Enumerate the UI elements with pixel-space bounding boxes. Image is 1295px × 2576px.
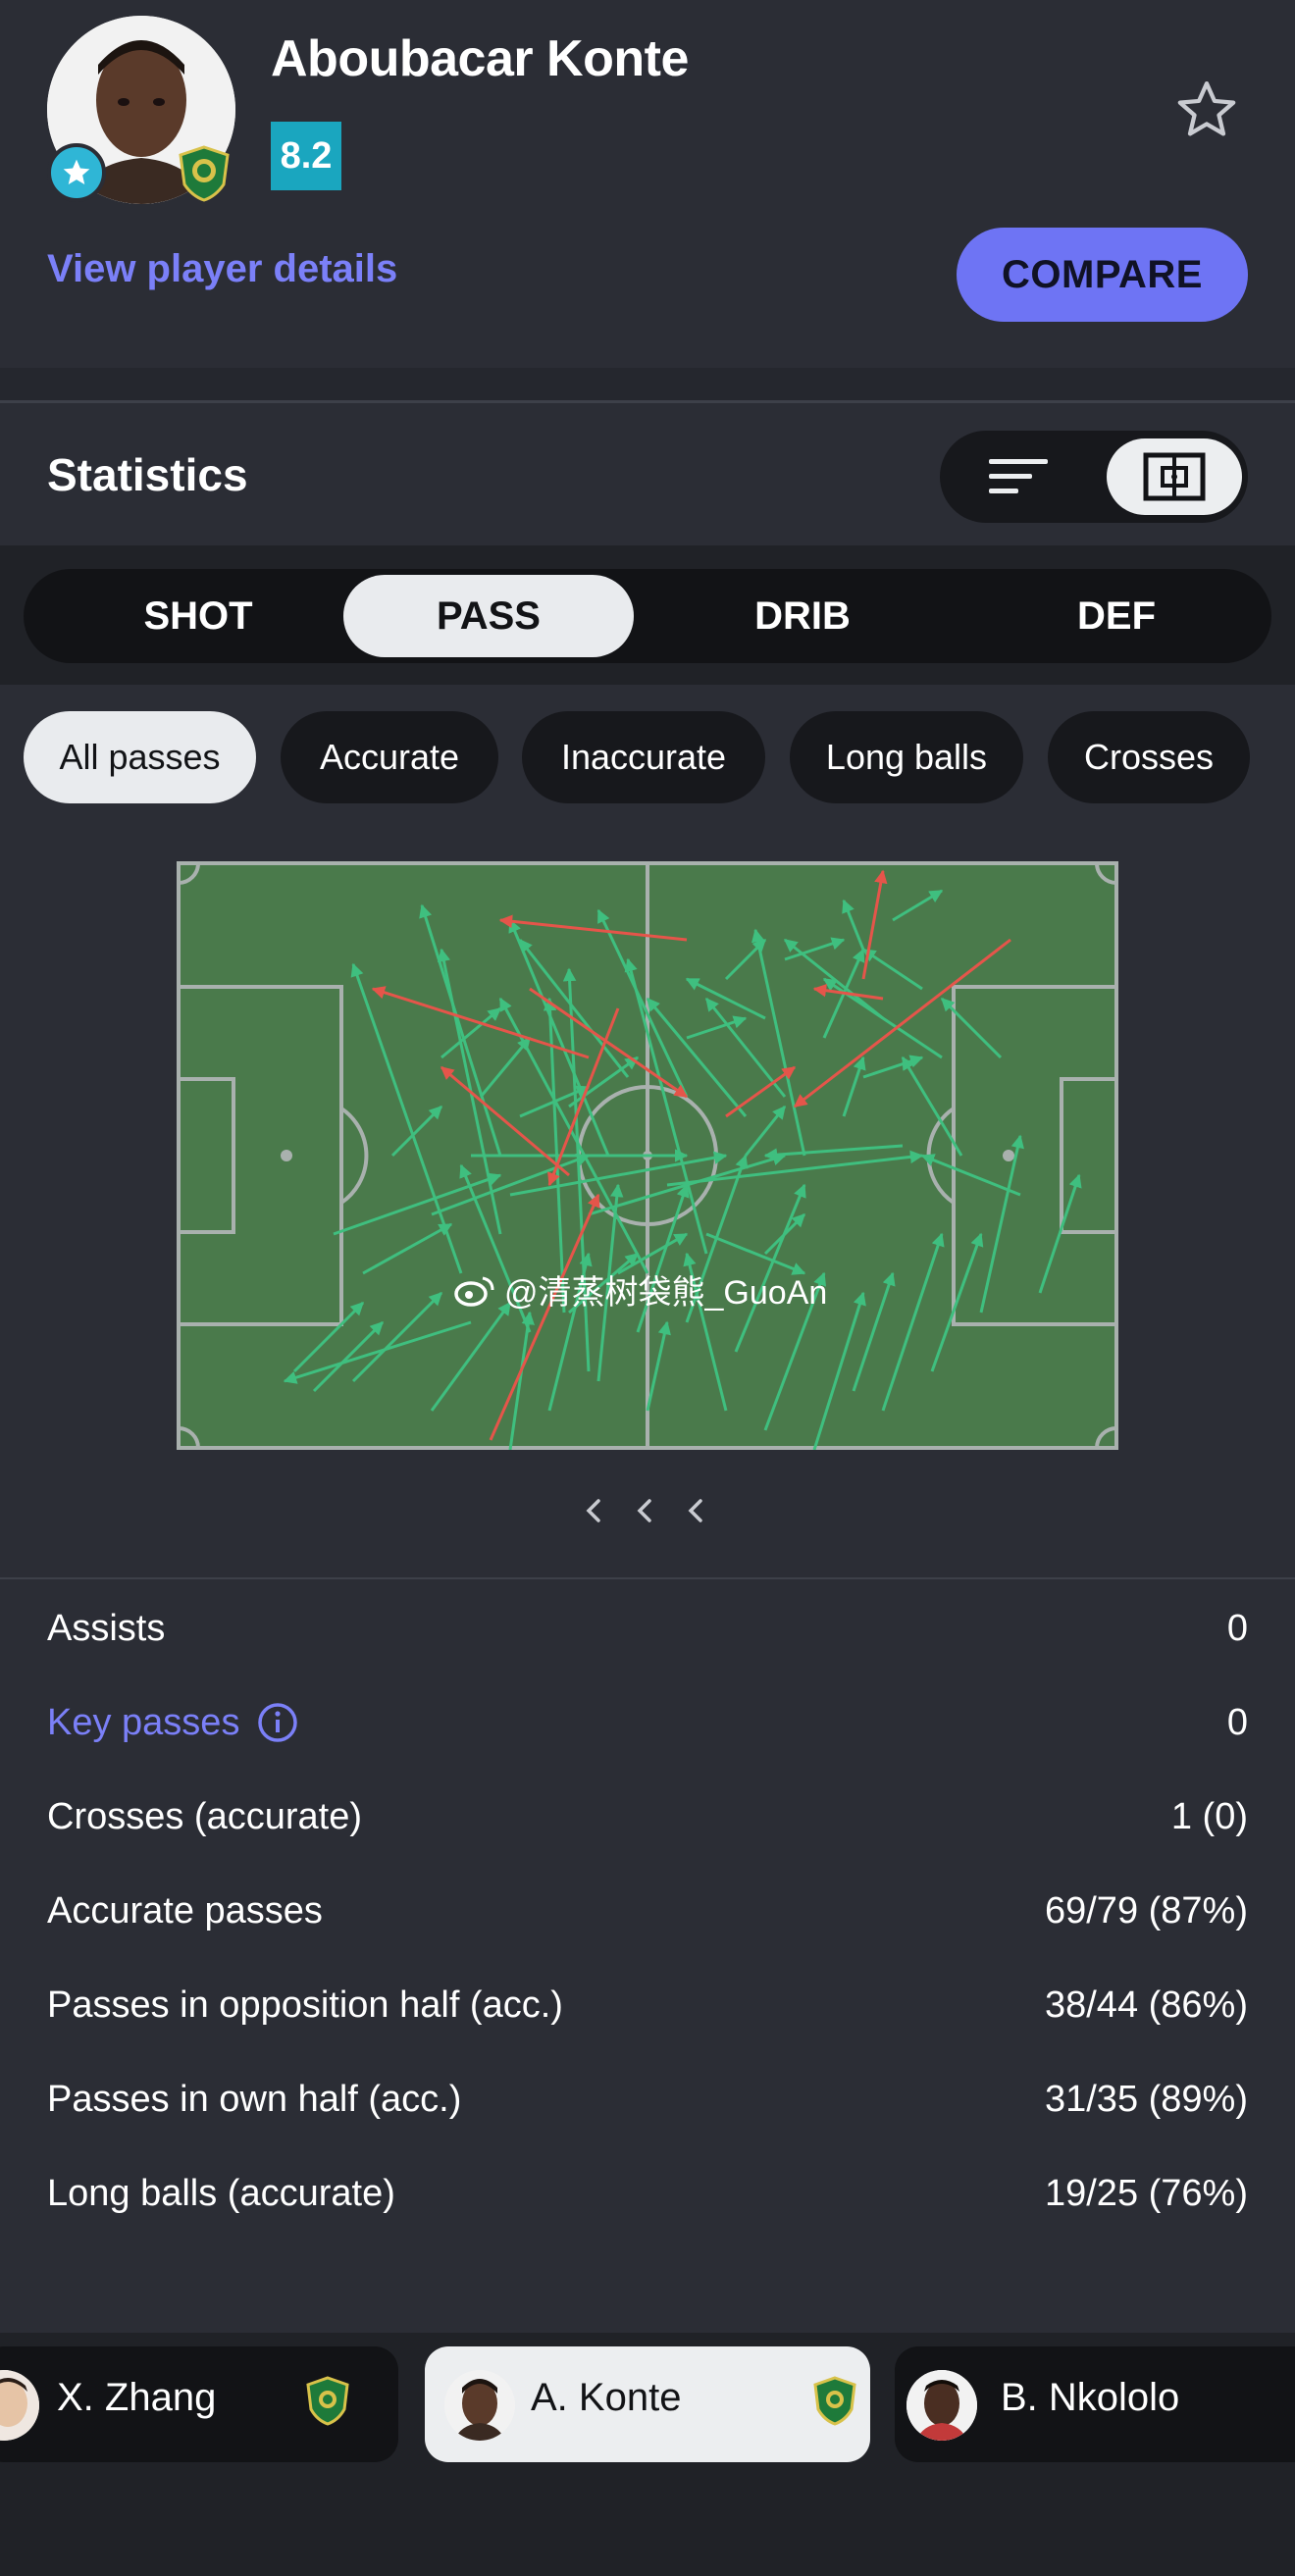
player-card-konte[interactable]: A. Konte (425, 2346, 870, 2462)
stat-row-opp-half: Passes in opposition half (acc.) 38/44 (… (47, 1976, 1248, 2035)
view-toggle (940, 431, 1248, 523)
filter-inaccurate[interactable]: Inaccurate (522, 711, 765, 803)
club-crest-icon (175, 143, 233, 202)
stat-row-long-balls: Long balls (accurate) 19/25 (76%) (47, 2164, 1248, 2223)
weibo-icon (454, 1276, 494, 1307)
stat-value: 69/79 (87%) (1044, 1889, 1248, 1932)
player-avatar-wrap (47, 16, 235, 204)
player-card-name: A. Konte (531, 2376, 682, 2419)
stat-row-key-passes[interactable]: Key passes 0 (47, 1693, 1248, 1752)
view-player-details-link[interactable]: View player details (47, 247, 397, 291)
divider-line (0, 1577, 1295, 1579)
filter-long-balls[interactable]: Long balls (790, 711, 1023, 803)
player-card-name: B. Nkololo (1001, 2376, 1180, 2419)
filter-all-passes[interactable]: All passes (24, 711, 256, 803)
compare-button[interactable]: COMPARE (957, 228, 1248, 322)
player-header: Aboubacar Konte 8.2 View player details … (0, 0, 1295, 368)
tab-def[interactable]: DEF (971, 575, 1262, 657)
player-card-nkololo[interactable]: B. Nkololo (895, 2346, 1295, 2462)
favorite-star-icon[interactable] (1173, 77, 1240, 143)
stat-value: 0 (1226, 1701, 1248, 1743)
stat-label: Assists (47, 1607, 166, 1649)
star-badge-icon (47, 143, 106, 202)
avatar (444, 2370, 515, 2441)
statistics-header: Statistics (0, 403, 1295, 545)
filter-crosses[interactable]: Crosses (1048, 711, 1250, 803)
tab-pass[interactable]: PASS (343, 575, 634, 657)
statistics-title: Statistics (47, 449, 248, 500)
player-card-zhang[interactable]: X. Zhang (0, 2346, 398, 2462)
stat-label: Long balls (accurate) (47, 2172, 395, 2214)
stats-tabs-wrap: SHOT PASS DRIB DEF (0, 545, 1295, 685)
stat-row-crosses: Crosses (accurate) 1 (0) (47, 1787, 1248, 1846)
stat-label: Passes in own half (acc.) (47, 2078, 462, 2120)
avatar (906, 2370, 977, 2441)
pass-map-svg (177, 861, 1118, 1451)
stat-row-accurate-passes: Accurate passes 69/79 (87%) (47, 1881, 1248, 1940)
stat-label: Passes in opposition half (acc.) (47, 1984, 563, 2026)
stat-value: 31/35 (89%) (1044, 2078, 1248, 2120)
chevron-left-icon (586, 1499, 702, 1522)
pass-map-pager[interactable] (569, 1489, 726, 1532)
tab-drib[interactable]: DRIB (657, 575, 948, 657)
info-icon[interactable] (257, 1702, 298, 1743)
stat-row-own-half: Passes in own half (acc.) 31/35 (89%) (47, 2070, 1248, 2129)
stat-value: 19/25 (76%) (1044, 2172, 1248, 2214)
stat-value: 0 (1226, 1607, 1248, 1649)
club-crest-icon (811, 2376, 858, 2427)
tab-shot[interactable]: SHOT (53, 575, 343, 657)
pass-map (177, 861, 1118, 1451)
stat-value: 1 (0) (1170, 1795, 1248, 1837)
filter-accurate[interactable]: Accurate (281, 711, 498, 803)
list-view-icon[interactable] (979, 448, 1058, 505)
key-passes-label[interactable]: Key passes (47, 1702, 239, 1744)
stat-value: 38/44 (86%) (1044, 1984, 1248, 2026)
rating-badge: 8.2 (271, 122, 341, 190)
player-card-name: X. Zhang (57, 2376, 217, 2419)
stat-label: Crosses (accurate) (47, 1795, 362, 1837)
club-crest-icon (304, 2376, 351, 2427)
stat-label: Accurate passes (47, 1889, 323, 1932)
watermark: @清蒸树袋熊_GuoAn (453, 1265, 827, 1314)
stat-row-assists: Assists 0 (47, 1599, 1248, 1658)
watermark-text: @清蒸树袋熊_GuoAn (504, 1274, 828, 1312)
section-divider (0, 368, 1295, 402)
stats-tabs: SHOT PASS DRIB DEF (24, 569, 1271, 663)
player-name: Aboubacar Konte (271, 30, 689, 87)
stat-label-link[interactable]: Key passes (47, 1702, 298, 1744)
pitch-view-icon[interactable] (1107, 438, 1242, 515)
avatar (0, 2370, 39, 2441)
